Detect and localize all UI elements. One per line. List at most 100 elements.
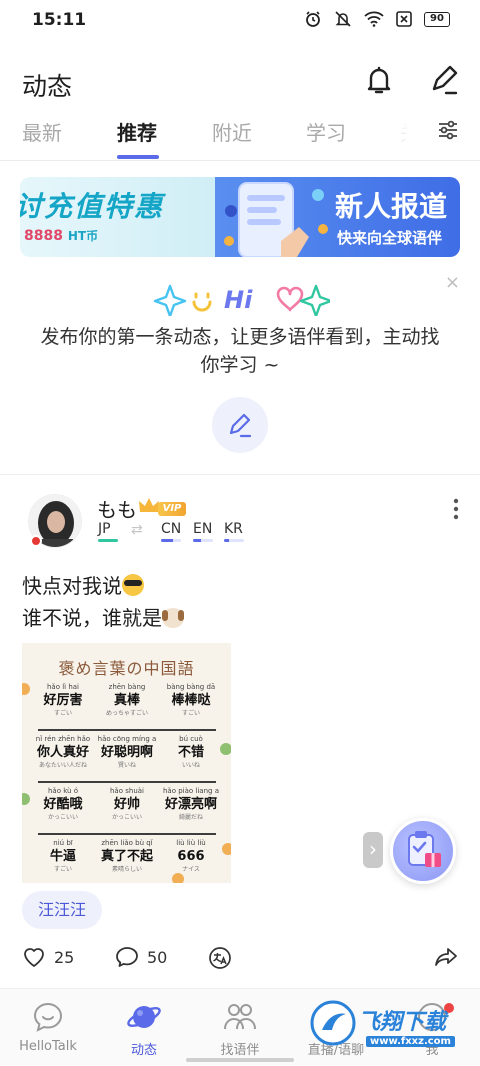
nav-hellotalk[interactable]: HelloTalk [0,999,96,1054]
japanese-gloss: 綺麗だね [178,814,203,821]
pinyin: zhēn bàng [108,683,146,691]
watermark-brand: 飞翔下载 [358,1010,447,1035]
tab-latest[interactable]: 最新 [22,117,62,146]
chinese-phrase: 好厉害 [43,693,83,708]
pinyin: hǎo lì hai [46,683,80,691]
site-watermark: 飞翔下载 www.fxxz.com [310,996,470,1056]
currency-label: HT币 [67,229,99,243]
phrase-cell: hǎo shuài 好帅 かっこいい [96,787,158,833]
gift-task-float-button[interactable] [390,818,456,884]
phrase-cell: hǎo cōng míng a 好聪明啊 賢いね [96,735,158,781]
chinese-phrase: 不错 [177,745,204,760]
notification-bell-icon[interactable] [362,63,396,97]
nav-label: 找语伴 [220,1043,260,1058]
planet-icon [127,1006,161,1028]
phrase-cell: nǐ rén zhēn hǎo 你人真好 あなたいい人だね [32,735,94,781]
japanese-gloss: いいね [181,762,200,769]
partners-icon [224,1004,256,1030]
phone-illustration-icon [224,182,328,257]
phrase-cell: bàng bàng dā 棒棒哒すごい [160,683,222,729]
learning-language-level [224,539,244,542]
learning-language-level [193,539,213,542]
image-title: 褒め言葉の中国語 [58,659,195,678]
pinyin: hǎo kù ó [47,787,79,795]
nav-moments[interactable]: 动态 [96,999,192,1058]
clipboard-gift-icon [408,831,441,867]
translate-button[interactable] [208,946,232,970]
native-language-code: JP [98,521,111,537]
japanese-gloss: すごい [53,866,72,873]
watermark-url: www.fxxz.com [366,1036,455,1047]
promo-banner[interactable]: 讨充值特惠 8888 HT币 新人报道 快来向全球语伴 [20,177,460,257]
pinyin: niú bī [53,839,73,847]
pinyin: nǐ rén zhēn hǎo [35,735,91,743]
watermark-logo-icon [310,1000,356,1046]
amount-value: 8888 [24,228,63,244]
japanese-gloss: かっこいい [47,814,78,821]
battery-indicator: 90 [424,11,450,27]
post-username[interactable]: もも [97,494,137,523]
newcomer-promo-title: 新人报道 [335,190,448,223]
phrase-cell: hǎo lì hai 好厉害 すごい [32,683,94,729]
phrase-divider [38,781,216,783]
cool-sunglasses-emoji-icon [122,574,144,596]
section-divider [0,474,480,475]
chinese-phrase: 棒棒哒 [171,693,211,708]
post-line-1: 快点对我说 [22,574,122,598]
post-line-2: 谁不说，谁就是 [22,606,162,630]
post-image[interactable]: 褒め言葉の中国語 hǎo lì hai 好厉害 すごい zhēn bàng 真棒 めっち… [22,643,231,883]
tabs-divider [0,160,480,161]
pinyin: liù liù liù [176,839,206,847]
newcomer-promo-card[interactable]: 新人报道 快来向全球语伴 [215,177,460,257]
close-prompt-button[interactable]: × [445,272,460,293]
nav-label: HelloTalk [19,1039,77,1054]
online-status-dot [30,535,42,547]
tab-nearby[interactable]: 附近 [212,117,252,146]
first-post-prompt-text: 发布你的第一条动态，让更多语伴看到，主动找你学习 ~ [40,326,440,376]
comment-button[interactable]: 50 [115,946,167,968]
status-time: 15:11 [32,10,87,30]
chinese-phrase: 真了不起 [100,849,153,864]
post-content[interactable]: 快点对我说 谁不说，谁就是 [22,570,184,634]
pinyin: zhēn liǎo bù qǐ [101,839,153,847]
translate-icon [209,947,231,969]
post-actions: 25 50 [0,940,480,980]
japanese-gloss: かっこいい [111,814,142,821]
nav-label: 动态 [130,1043,157,1058]
pencil-icon [229,413,252,438]
decoration-fruit [222,843,231,855]
topic-tag[interactable]: 汪汪汪 [22,891,103,929]
like-button[interactable]: 25 [22,946,74,968]
like-count: 25 [54,947,75,967]
learning-language-level [161,539,181,542]
phrase-cell: zhēn bàng 真棒 めっちゃすごい [96,683,158,729]
chinese-phrase: 真棒 [113,693,140,708]
wifi-icon [364,11,384,27]
phrase-cell: niú bī 牛逼すごい [32,839,94,883]
hi-text: Hi [224,286,253,314]
chinese-phrase: 好酷哦 [43,797,83,812]
learning-language-code: KR [224,521,243,537]
comment-bubble-icon [116,947,138,967]
filter-settings-icon[interactable] [436,118,460,142]
phrase-cell: liù liù liù 666 ナイス [160,839,222,883]
phrase-cell: bú cuò 不错 いいね [160,735,222,781]
pinyin: bàng bàng dā [166,683,216,691]
header: 动态 [0,55,480,107]
japanese-gloss: あなたいい人だね [38,762,87,769]
more-options-icon[interactable] [452,498,460,520]
tab-overflow-fade [380,112,420,156]
chat-bubble-icon [33,1002,63,1032]
tab-learning[interactable]: 学习 [306,117,346,146]
recharge-promo-card[interactable]: 讨充值特惠 8888 HT币 [20,177,215,257]
page-title: 动态 [22,72,73,101]
chinese-phrase: 牛逼 [49,849,76,864]
collapse-float-button[interactable]: › [363,832,383,868]
nav-find-partners[interactable]: 找语伴 [192,999,288,1058]
compose-post-icon[interactable] [428,63,460,97]
japanese-gloss: すごい [181,710,200,717]
share-button[interactable] [434,946,458,968]
compose-first-post-button[interactable] [212,397,268,453]
recharge-promo-title: 讨充值特惠 [20,190,165,223]
tab-recommended[interactable]: 推荐 [117,117,157,146]
